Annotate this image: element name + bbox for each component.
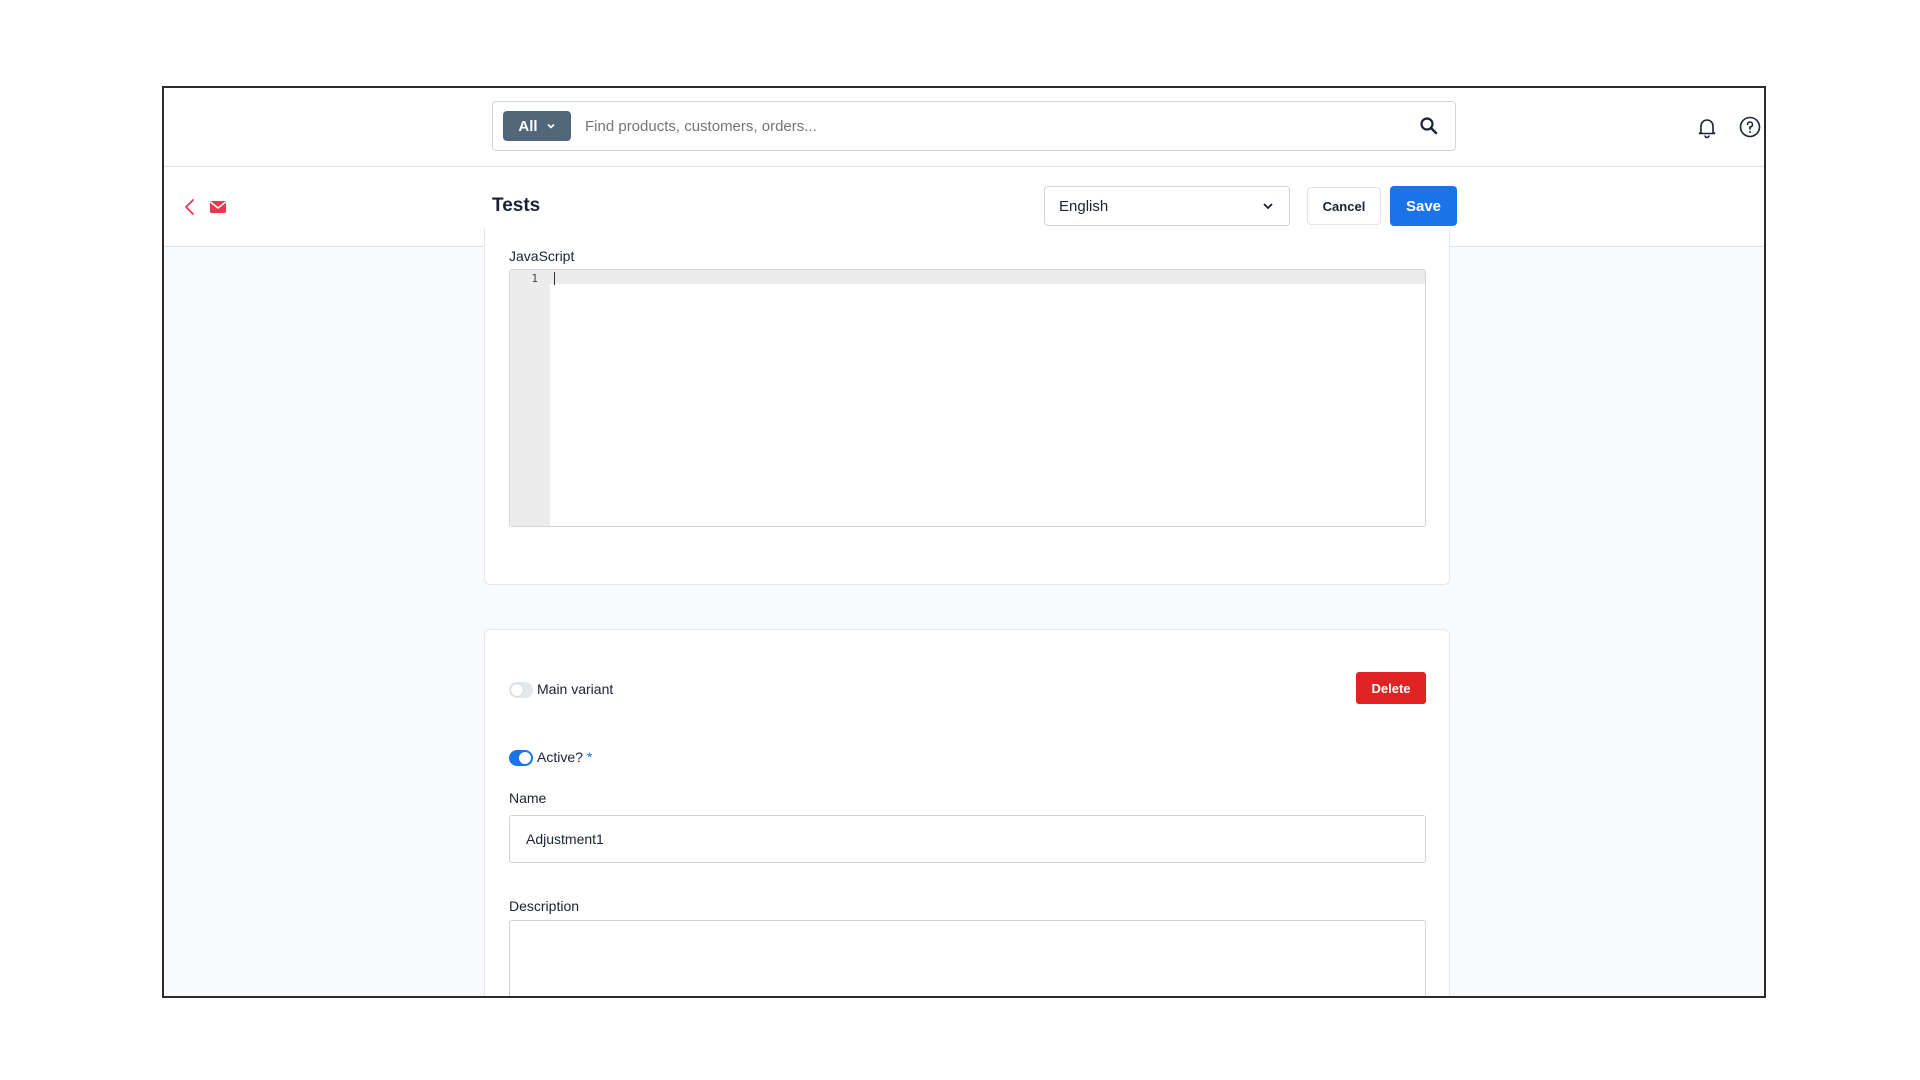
chevron-down-icon — [1263, 203, 1273, 210]
main-variant-toggle[interactable] — [509, 682, 533, 698]
back-arrow-icon[interactable] — [182, 197, 198, 217]
search-scope-label: All — [518, 117, 538, 135]
search-scope-dropdown[interactable]: All — [503, 111, 571, 141]
search-input[interactable] — [585, 112, 1385, 140]
variant-card: Main variant Delete Active? * Name Descr… — [484, 629, 1450, 996]
bell-icon[interactable] — [1695, 115, 1719, 139]
language-select[interactable]: English — [1044, 186, 1290, 226]
description-textarea[interactable] — [509, 920, 1426, 996]
javascript-card: JavaScript 1 — [484, 228, 1450, 585]
main-variant-label: Main variant — [537, 681, 614, 697]
code-editor[interactable]: 1 — [509, 269, 1426, 527]
name-input[interactable] — [509, 815, 1426, 863]
delete-button[interactable]: Delete — [1356, 672, 1426, 704]
required-marker: * — [586, 749, 593, 765]
description-label: Description — [509, 898, 580, 914]
text-cursor — [554, 272, 555, 285]
global-search: All — [492, 101, 1456, 151]
name-label: Name — [509, 790, 547, 806]
line-number: 1 — [531, 272, 538, 285]
help-icon[interactable] — [1738, 115, 1762, 139]
active-line-highlight — [550, 270, 1425, 284]
active-label: Active? * — [537, 749, 592, 765]
language-select-value: English — [1059, 197, 1109, 215]
cancel-button[interactable]: Cancel — [1307, 187, 1381, 225]
page-title: Tests — [492, 195, 541, 216]
app-window: All Tests English Cancel Save JavaScript… — [162, 86, 1766, 998]
top-bar: All — [164, 88, 1764, 167]
active-label-text: Active? — [537, 749, 583, 765]
javascript-label: JavaScript — [509, 248, 575, 264]
save-button[interactable]: Save — [1390, 186, 1457, 226]
active-toggle[interactable] — [509, 750, 533, 766]
editor-gutter: 1 — [510, 270, 550, 526]
chevron-down-icon — [547, 123, 555, 129]
search-icon[interactable] — [1419, 116, 1439, 136]
mail-icon — [210, 201, 226, 213]
